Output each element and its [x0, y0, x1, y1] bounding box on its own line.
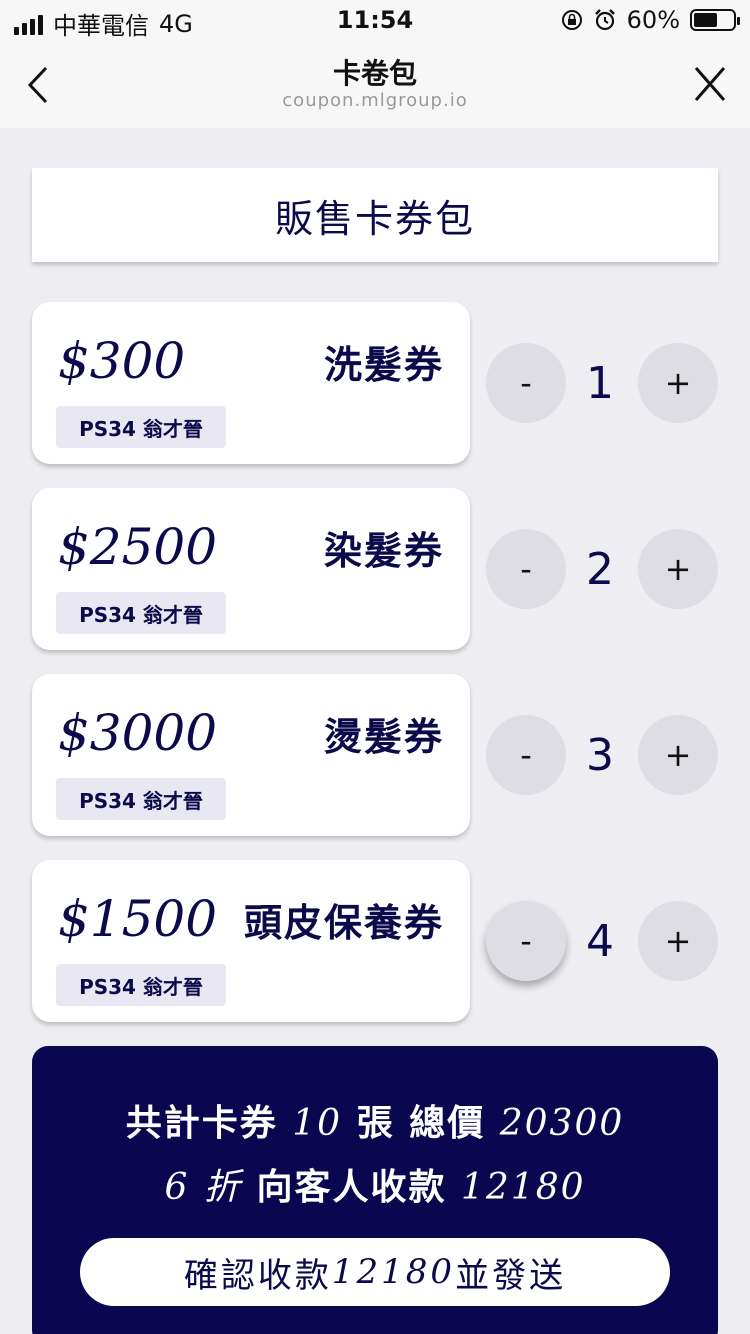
status-bar: 中華電信 4G 11:54 60% — [0, 0, 750, 40]
discount-label: 折 — [203, 1167, 242, 1208]
collect-label: 向客人收款 — [256, 1167, 447, 1208]
coupon-card: $300 洗髮券 PS34 翁才晉 — [32, 302, 470, 464]
coupon-count: 10 — [292, 1103, 343, 1144]
summary-panel: 共計卡券 10 張 總價 20300 6 折 向客人收款 12180 確認收款 1… — [32, 1046, 718, 1334]
page-url: coupon.mlgroup.io — [282, 90, 468, 111]
coupon-card: $2500 染髮券 PS34 翁才晉 — [32, 488, 470, 650]
increment-button[interactable]: + — [638, 343, 718, 423]
coupon-name: 染髮券 — [323, 529, 444, 573]
staff-tag: PS34 翁才晉 — [56, 406, 226, 448]
quantity-value: 4 — [586, 916, 614, 967]
decrement-button[interactable]: - — [486, 715, 566, 795]
battery-icon — [690, 9, 740, 31]
coupon-price: $300 — [58, 332, 186, 390]
summary-total-line: 共計卡券 10 張 總價 20300 — [32, 1094, 718, 1146]
total-label: 總價 — [409, 1103, 486, 1144]
collect-amount: 12180 — [461, 1167, 586, 1208]
staff-tag: PS34 翁才晉 — [56, 778, 226, 820]
sell-coupon-pack-header: 販售卡券包 — [32, 168, 718, 262]
battery-percent: 60% — [626, 6, 680, 34]
summary-collect-line: 6 折 向客人收款 12180 — [32, 1158, 718, 1210]
total-price: 20300 — [499, 1103, 625, 1144]
staff-tag: PS34 翁才晉 — [56, 592, 226, 634]
decrement-button[interactable]: - — [486, 529, 566, 609]
quantity-value: 2 — [586, 544, 614, 595]
discount-value: 6 — [164, 1167, 190, 1208]
coupon-card: $1500 頭皮保養券 PS34 翁才晉 — [32, 860, 470, 1022]
count-unit: 張 — [356, 1103, 395, 1144]
coupon-price: $1500 — [58, 890, 218, 948]
alarm-icon — [594, 9, 615, 31]
increment-button[interactable]: + — [638, 715, 718, 795]
confirm-payment-button[interactable]: 確認收款 12180 並發送 — [80, 1238, 670, 1306]
rotation-lock-icon — [561, 10, 582, 30]
quantity-value: 3 — [586, 730, 614, 781]
decrement-button[interactable]: - — [486, 901, 566, 981]
staff-tag: PS34 翁才晉 — [56, 964, 226, 1006]
coupon-name: 頭皮保養券 — [243, 901, 444, 945]
confirm-prefix: 確認收款 — [183, 1255, 332, 1296]
increment-button[interactable]: + — [638, 529, 718, 609]
decrement-button[interactable]: - — [486, 343, 566, 423]
navigation-bar: 卡卷包 coupon.mlgroup.io — [0, 40, 750, 128]
coupon-card: $3000 燙髮券 PS34 翁才晉 — [32, 674, 470, 836]
quantity-value: 1 — [586, 358, 614, 409]
close-icon[interactable] — [690, 62, 730, 106]
page-title: 卡卷包 — [332, 57, 417, 90]
coupon-name: 洗髮券 — [323, 343, 444, 387]
confirm-amount: 12180 — [331, 1252, 456, 1292]
increment-button[interactable]: + — [638, 901, 718, 981]
confirm-suffix: 並發送 — [455, 1255, 567, 1296]
coupon-price: $2500 — [58, 518, 218, 576]
count-prefix: 共計卡券 — [125, 1103, 278, 1144]
coupon-name: 燙髮券 — [323, 715, 444, 759]
coupon-price: $3000 — [58, 704, 218, 762]
